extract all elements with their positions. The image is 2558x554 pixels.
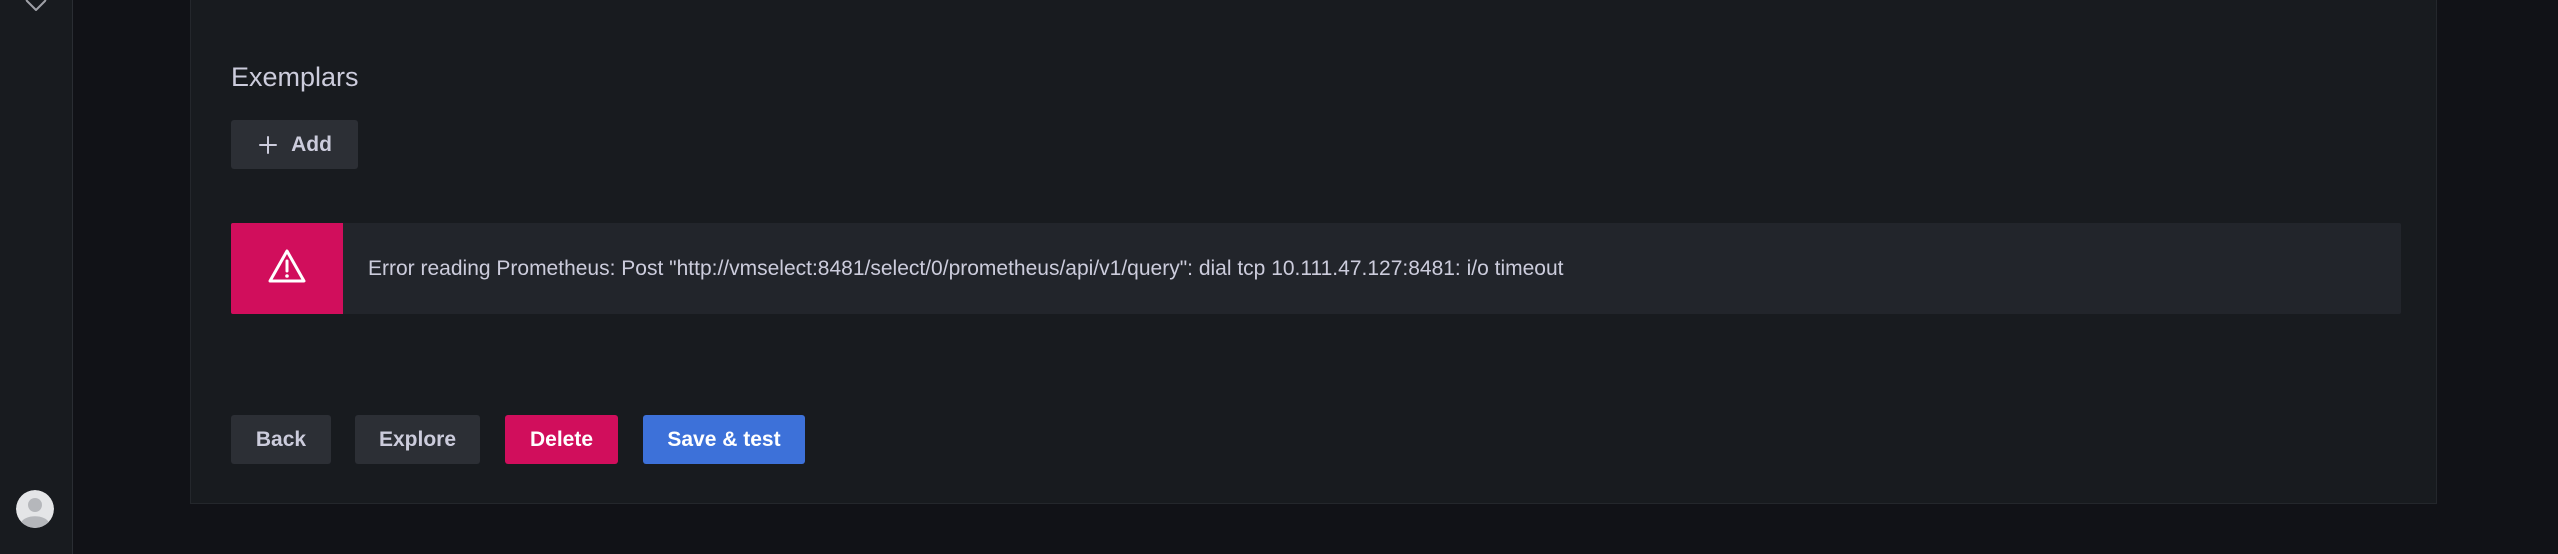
error-alert: Error reading Prometheus: Post "http://v… — [231, 223, 2401, 314]
save-and-test-button[interactable]: Save & test — [643, 415, 805, 464]
add-exemplar-button[interactable]: Add — [231, 120, 358, 169]
warning-triangle-icon — [267, 248, 307, 289]
side-nav — [0, 0, 73, 554]
exemplars-section-title: Exemplars — [231, 62, 359, 92]
heart-icon[interactable] — [24, 0, 48, 12]
alert-icon-container — [231, 223, 343, 314]
datasource-settings-panel: Exemplars Add Error reading Prometheus: … — [190, 0, 2437, 504]
plus-icon — [257, 134, 279, 156]
app-root: Exemplars Add Error reading Prometheus: … — [0, 0, 2558, 554]
back-button[interactable]: Back — [231, 415, 331, 464]
error-message: Error reading Prometheus: Post "http://v… — [368, 256, 1564, 280]
delete-button[interactable]: Delete — [505, 415, 618, 464]
add-button-label: Add — [291, 132, 332, 156]
explore-button[interactable]: Explore — [355, 415, 480, 464]
user-avatar-icon[interactable] — [16, 490, 54, 528]
